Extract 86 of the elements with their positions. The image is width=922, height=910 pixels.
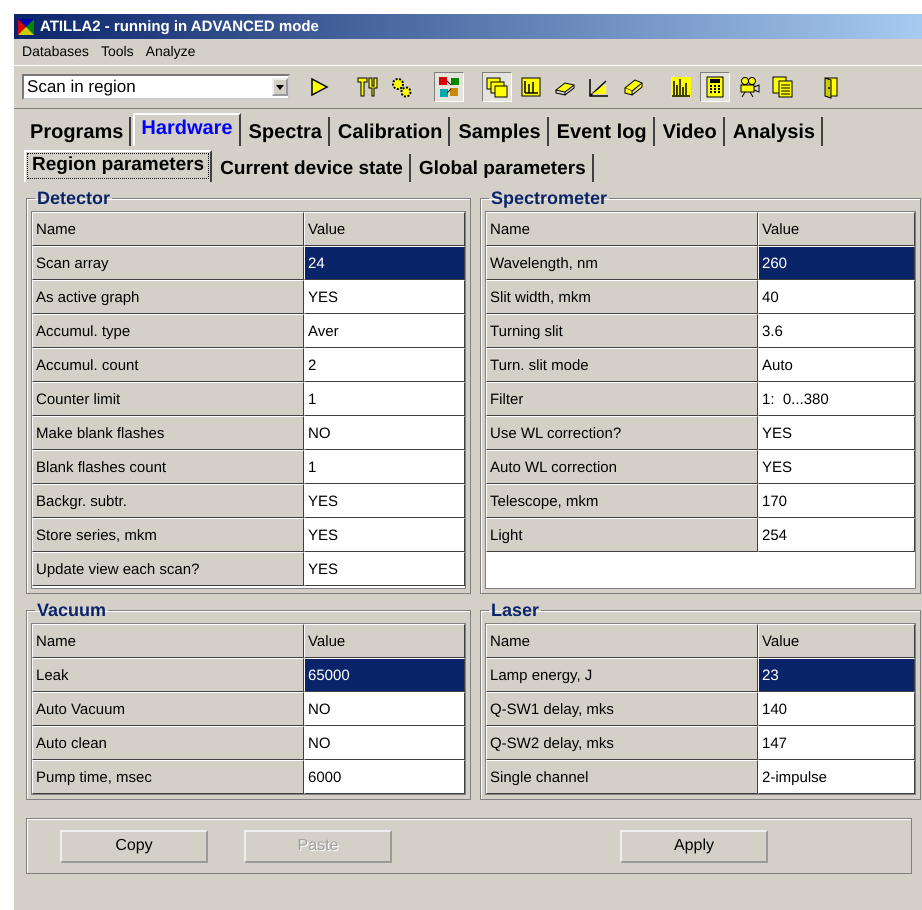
row-name-cell: Update view each scan? (32, 552, 304, 586)
column-header[interactable]: Value (758, 212, 915, 246)
tab[interactable]: Region parameters (24, 150, 212, 182)
toolbar-button[interactable] (482, 72, 512, 102)
value-cell[interactable]: YES (758, 416, 915, 450)
window-title: ATILLA2 - running in ADVANCED mode (40, 18, 319, 35)
bar-chart-icon (669, 75, 693, 99)
value-cell[interactable]: 6000 (304, 760, 465, 794)
value-cell[interactable]: YES (304, 484, 465, 518)
row-name-cell: Make blank flashes (32, 416, 304, 450)
gears-icon (389, 75, 413, 99)
value-cell[interactable]: Auto (758, 348, 915, 382)
column-header[interactable]: Name (32, 212, 304, 246)
value-cell[interactable]: Aver (304, 314, 465, 348)
mode-dropdown[interactable]: Scan in region (22, 74, 290, 100)
group-title: Laser (490, 600, 540, 621)
row-name-cell: Filter (486, 382, 758, 416)
value-cell[interactable]: YES (304, 280, 465, 314)
row-name-cell: Use WL correction? (486, 416, 758, 450)
value-cell[interactable]: YES (304, 518, 465, 552)
value-cell[interactable]: YES (758, 450, 915, 484)
app-logo-icon (16, 16, 36, 36)
row-name-cell: Light (486, 518, 758, 552)
row-name-cell: Turning slit (486, 314, 758, 348)
column-header[interactable]: Value (304, 212, 465, 246)
row-name-cell: Blank flashes count (32, 450, 304, 484)
group-title: Spectrometer (490, 188, 608, 209)
tab[interactable]: Hardware (133, 113, 241, 146)
row-name-cell: Slit width, mkm (486, 280, 758, 314)
toolbar-button[interactable] (700, 72, 730, 102)
column-header[interactable]: Name (486, 212, 758, 246)
windows-icon (485, 75, 509, 99)
group-title: Detector (36, 188, 112, 209)
row-name-cell: Accumul. count (32, 348, 304, 382)
menu-item[interactable]: Analyze (146, 43, 196, 59)
value-cell[interactable]: 140 (758, 692, 915, 726)
row-name-cell: Auto WL correction (486, 450, 758, 484)
value-cell[interactable]: 1 (304, 382, 465, 416)
row-name-cell: Leak (32, 658, 304, 692)
push-button[interactable]: Copy (60, 830, 208, 862)
row-name-cell: Lamp energy, J (486, 658, 758, 692)
row-name-cell: Counter limit (32, 382, 304, 416)
value-cell[interactable]: 147 (758, 726, 915, 760)
value-cell[interactable]: YES (304, 552, 465, 586)
row-name-cell: Backgr. subtr. (32, 484, 304, 518)
value-cell[interactable]: 254 (758, 518, 915, 552)
value-cell[interactable]: 3.6 (758, 314, 915, 348)
row-name-cell: Q-SW2 delay, mks (486, 726, 758, 760)
row-name-cell: Pump time, msec (32, 760, 304, 794)
value-cell[interactable]: 260 (758, 246, 915, 280)
chart-icon (519, 75, 543, 99)
value-cell[interactable]: NO (304, 726, 465, 760)
push-button[interactable]: Apply (620, 830, 768, 862)
value-cell[interactable]: NO (304, 416, 465, 450)
row-name-cell: Single channel (486, 760, 758, 794)
value-cell[interactable]: 2 (304, 348, 465, 382)
value-cell[interactable]: 65000 (304, 658, 465, 692)
row-name-cell: Scan array (32, 246, 304, 280)
value-cell[interactable]: 170 (758, 484, 915, 518)
column-header[interactable]: Value (304, 624, 465, 658)
documents-icon (771, 75, 795, 99)
row-name-cell: Turn. slit mode (486, 348, 758, 382)
value-cell[interactable]: 1: 0...380 (758, 382, 915, 416)
group-title: Vacuum (36, 600, 108, 621)
column-header[interactable]: Value (758, 624, 915, 658)
row-name-cell: Store series, mkm (32, 518, 304, 552)
column-header[interactable]: Name (32, 624, 304, 658)
row-name-cell: Auto Vacuum (32, 692, 304, 726)
row-name-cell: Wavelength, nm (486, 246, 758, 280)
tools-icon (355, 75, 379, 99)
dropdown-arrow-icon (276, 84, 284, 90)
menu-item[interactable]: Tools (100, 43, 134, 59)
row-name-cell: Accumul. type (32, 314, 304, 348)
value-cell[interactable]: 40 (758, 280, 915, 314)
column-header[interactable]: Name (486, 624, 758, 658)
value-cell[interactable]: 1 (304, 450, 465, 484)
color-blocks-icon (437, 75, 461, 99)
row-name-cell: As active graph (32, 280, 304, 314)
row-name-cell: Auto clean (32, 726, 304, 760)
value-cell[interactable]: 2-impulse (758, 760, 915, 794)
row-name-cell: Telescope, mkm (486, 484, 758, 518)
row-name-cell: Q-SW1 delay, mks (486, 692, 758, 726)
value-cell[interactable]: NO (304, 692, 465, 726)
menu-item[interactable]: Databases (22, 43, 89, 59)
value-cell[interactable]: 24 (304, 246, 465, 280)
value-cell[interactable]: 23 (758, 658, 915, 692)
